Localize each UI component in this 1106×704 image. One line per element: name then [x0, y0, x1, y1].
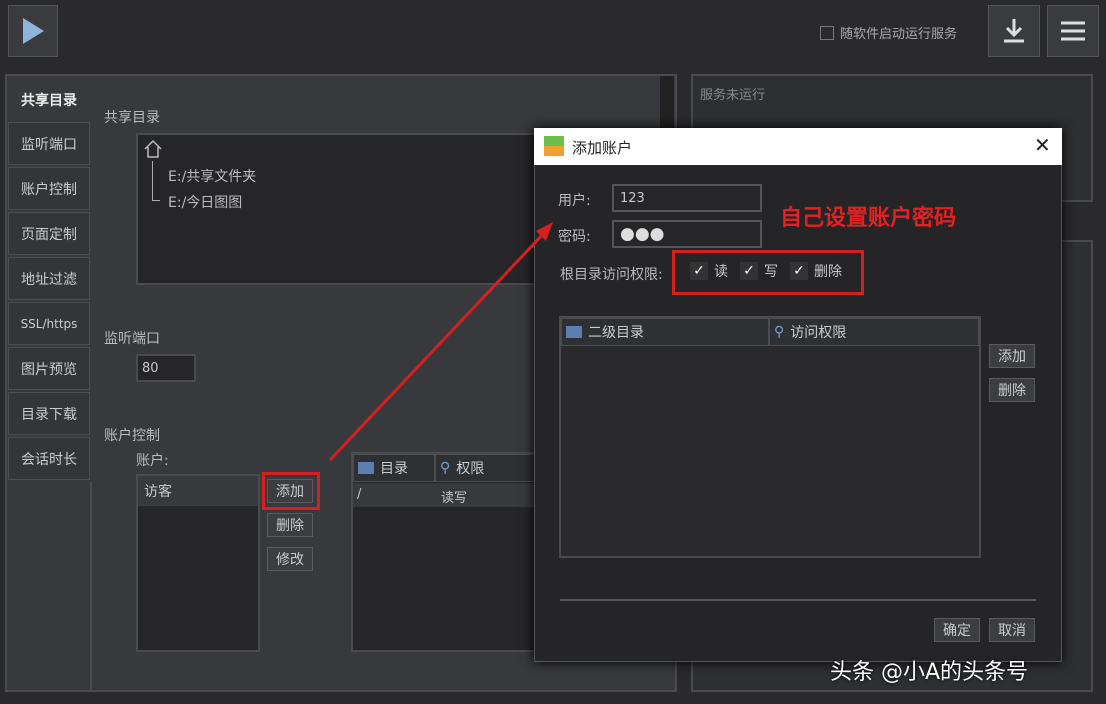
watermark: 头条 @小A的头条号	[830, 654, 1028, 686]
annotation-arrow	[0, 0, 1106, 704]
